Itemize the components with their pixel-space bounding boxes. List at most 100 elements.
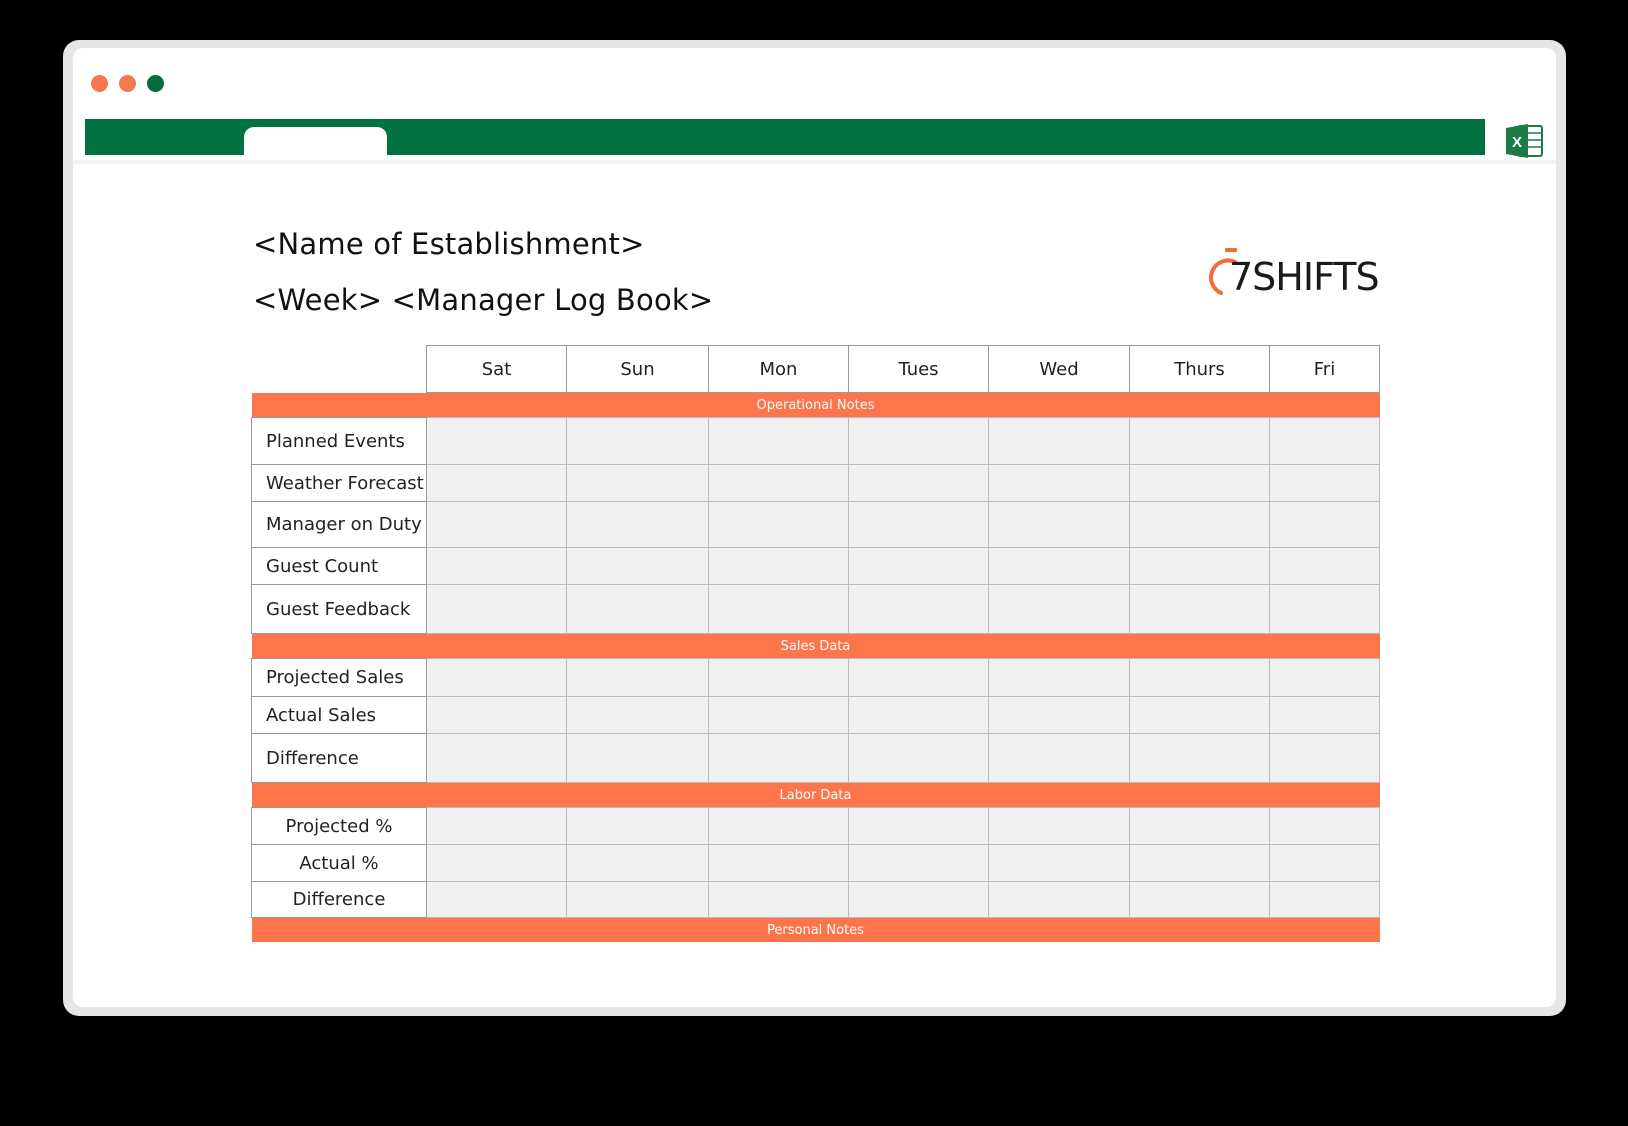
log-cell[interactable] (566, 584, 709, 634)
section-header-row: Operational Notes (251, 392, 1380, 418)
log-cell[interactable] (848, 733, 989, 783)
log-cell[interactable] (1269, 733, 1380, 783)
log-row: Projected Sales (251, 658, 1380, 697)
log-cell[interactable] (1269, 658, 1380, 697)
log-cell[interactable] (708, 417, 849, 465)
log-cell[interactable] (1129, 658, 1270, 697)
row-label: Manager on Duty (251, 501, 427, 548)
log-cell[interactable] (988, 584, 1130, 634)
log-row: Projected % (251, 807, 1380, 845)
excel-icon-letter: X (1512, 134, 1522, 151)
log-cell[interactable] (988, 696, 1130, 734)
log-cell[interactable] (426, 584, 567, 634)
log-cell[interactable] (1269, 501, 1380, 548)
log-cell[interactable] (426, 844, 567, 882)
log-cell[interactable] (708, 844, 849, 882)
maximize-window-button[interactable] (147, 75, 164, 92)
log-cell[interactable] (1129, 807, 1270, 845)
log-cell[interactable] (988, 807, 1130, 845)
log-cell[interactable] (566, 547, 709, 585)
log-cell[interactable] (426, 547, 567, 585)
log-cell[interactable] (1129, 584, 1270, 634)
log-cell[interactable] (848, 501, 989, 548)
log-cell[interactable] (1269, 584, 1380, 634)
log-cell[interactable] (848, 658, 989, 697)
log-cell[interactable] (708, 733, 849, 783)
log-cell[interactable] (708, 881, 849, 918)
log-row: Actual Sales (251, 696, 1380, 734)
log-cell[interactable] (988, 464, 1130, 502)
log-cell[interactable] (426, 464, 567, 502)
log-cell[interactable] (566, 881, 709, 918)
excel-icon[interactable]: X (1504, 123, 1544, 159)
log-cell[interactable] (566, 417, 709, 465)
log-cell[interactable] (848, 807, 989, 845)
log-cell[interactable] (566, 464, 709, 502)
minimize-window-button[interactable] (119, 75, 136, 92)
log-cell[interactable] (708, 547, 849, 585)
log-cell[interactable] (708, 501, 849, 548)
log-cell[interactable] (1129, 464, 1270, 502)
log-cell[interactable] (988, 658, 1130, 697)
close-window-button[interactable] (91, 75, 108, 92)
log-cell[interactable] (848, 464, 989, 502)
log-cell[interactable] (566, 696, 709, 734)
log-cell[interactable] (426, 417, 567, 465)
log-cell[interactable] (708, 807, 849, 845)
log-cell[interactable] (566, 658, 709, 697)
manager-log-table: Sat Sun Mon Tues Wed Thurs Fri Operational Note… (251, 345, 1380, 942)
log-cell[interactable] (848, 547, 989, 585)
row-label: Projected Sales (251, 658, 427, 697)
log-cell[interactable] (848, 844, 989, 882)
log-cell[interactable] (566, 733, 709, 783)
log-cell[interactable] (1129, 844, 1270, 882)
log-cell[interactable] (848, 696, 989, 734)
log-cell[interactable] (426, 733, 567, 783)
log-cell[interactable] (1269, 807, 1380, 845)
log-row: Manager on Duty (251, 501, 1380, 548)
log-cell[interactable] (426, 696, 567, 734)
section-header-row: Personal Notes (251, 917, 1380, 942)
log-cell[interactable] (1269, 881, 1380, 918)
row-label: Guest Count (251, 547, 427, 585)
log-cell[interactable] (1129, 881, 1270, 918)
log-cell[interactable] (1269, 844, 1380, 882)
log-cell[interactable] (988, 881, 1130, 918)
log-cell[interactable] (708, 584, 849, 634)
section-header-row: Labor Data (251, 782, 1380, 808)
log-cell[interactable] (1269, 696, 1380, 734)
log-cell[interactable] (708, 658, 849, 697)
log-cell[interactable] (1129, 547, 1270, 585)
row-label: Difference (251, 733, 427, 783)
app-window: X <Name of Establishment> <Week> <Manage… (63, 40, 1566, 1016)
log-cell[interactable] (988, 547, 1130, 585)
log-cell[interactable] (566, 501, 709, 548)
log-cell[interactable] (1269, 417, 1380, 465)
log-cell[interactable] (426, 807, 567, 845)
section-header-row: Sales Data (251, 633, 1380, 659)
log-cell[interactable] (1129, 501, 1270, 548)
log-cell[interactable] (426, 501, 567, 548)
log-cell[interactable] (708, 464, 849, 502)
ribbon-divider (73, 160, 1556, 164)
log-cell[interactable] (426, 658, 567, 697)
log-cell[interactable] (1129, 696, 1270, 734)
log-cell[interactable] (708, 696, 849, 734)
log-cell[interactable] (848, 584, 989, 634)
log-cell[interactable] (848, 417, 989, 465)
window-content: X <Name of Establishment> <Week> <Manage… (73, 48, 1556, 1007)
log-cell[interactable] (1269, 547, 1380, 585)
log-row: Guest Feedback (251, 584, 1380, 634)
log-cell[interactable] (566, 844, 709, 882)
establishment-title: <Name of Establishment> (253, 227, 645, 261)
log-cell[interactable] (988, 501, 1130, 548)
log-cell[interactable] (988, 733, 1130, 783)
log-cell[interactable] (1129, 733, 1270, 783)
log-cell[interactable] (988, 844, 1130, 882)
log-cell[interactable] (566, 807, 709, 845)
log-cell[interactable] (988, 417, 1130, 465)
log-cell[interactable] (426, 881, 567, 918)
log-cell[interactable] (848, 881, 989, 918)
log-cell[interactable] (1129, 417, 1270, 465)
log-cell[interactable] (1269, 464, 1380, 502)
